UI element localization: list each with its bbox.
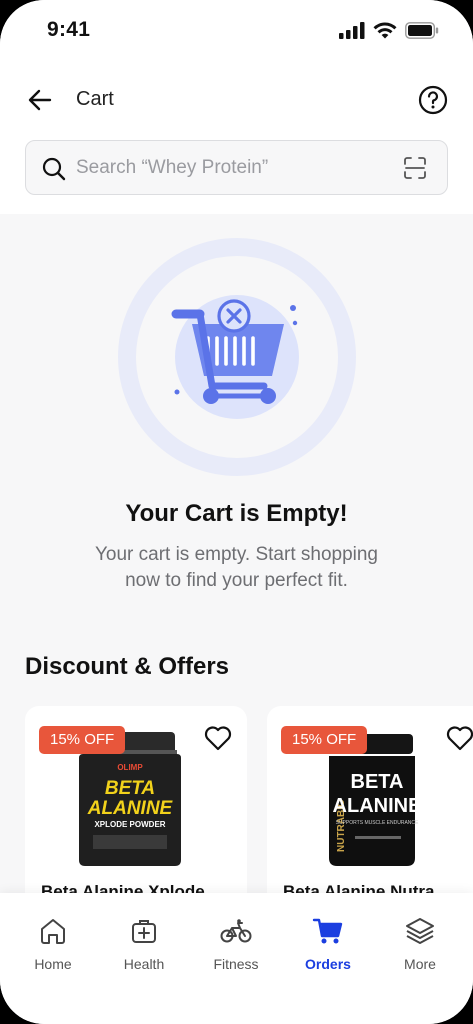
- page-title: Cart: [76, 88, 114, 110]
- back-button[interactable]: [24, 84, 56, 116]
- offers-section-title: Discount & Offers: [25, 653, 230, 680]
- product-label-line1: BETA: [105, 778, 155, 799]
- empty-cart-illustration: [118, 238, 356, 476]
- cart-icon: [312, 918, 343, 944]
- app-header: Cart: [0, 78, 473, 122]
- bicycle-icon: [220, 919, 252, 943]
- empty-cart-title: Your Cart is Empty!: [125, 500, 348, 527]
- search-icon: [42, 157, 66, 181]
- nav-label-home: Home: [34, 956, 72, 972]
- wifi-icon: [373, 22, 397, 39]
- nav-label-orders: Orders: [305, 956, 351, 972]
- empty-cart-subtitle-line1: Your cart is empty. Start shopping: [94, 544, 379, 565]
- heart-icon[interactable]: [203, 724, 233, 752]
- arrow-left-icon: [28, 89, 52, 111]
- battery-icon: [405, 22, 439, 39]
- nav-item-health[interactable]: Health: [104, 913, 184, 972]
- home-icon: [41, 919, 65, 944]
- nav-item-more[interactable]: More: [380, 913, 460, 972]
- empty-cart-subtitle: Your cart is empty. Start shopping now t…: [40, 542, 433, 594]
- top-section: 9:41 Cart Search “Whey Protein”: [0, 0, 473, 214]
- help-button[interactable]: [417, 84, 449, 116]
- product-label-line3: SUPPORTS MUSCLE ENDURANCE: [336, 820, 419, 826]
- empty-cart-subtitle-line2: now to find your perfect fit.: [125, 570, 348, 591]
- nav-item-orders[interactable]: Orders: [288, 913, 368, 972]
- product-brand-label: OLIMP: [117, 763, 143, 772]
- status-time: 9:41: [47, 18, 91, 41]
- nav-label-fitness: Fitness: [213, 956, 259, 972]
- product-label-line2: ALANINE: [87, 798, 174, 819]
- search-bar[interactable]: [25, 140, 448, 195]
- phone-screen: 9:41 Cart Search “Whey Protein” Your Car…: [0, 0, 473, 1024]
- discount-badge: 15% OFF: [39, 726, 126, 754]
- layers-icon: [406, 918, 434, 944]
- search-input[interactable]: [76, 151, 396, 185]
- nav-item-fitness[interactable]: Fitness: [196, 913, 276, 972]
- help-icon: [418, 85, 448, 115]
- medical-kit-icon: [132, 920, 156, 943]
- nav-item-home[interactable]: Home: [13, 913, 93, 972]
- product-label-line2: ALANINE: [333, 795, 422, 817]
- product-label-line3: XPLODE POWDER: [94, 820, 165, 829]
- status-bar: 9:41: [0, 0, 473, 62]
- scan-icon[interactable]: [403, 156, 427, 180]
- heart-icon[interactable]: [445, 724, 473, 752]
- nav-label-more: More: [404, 956, 436, 972]
- status-icons: [339, 22, 439, 39]
- bottom-navigation: Home Health Fitness Orders More: [0, 893, 473, 1024]
- product-label-line1: BETA: [351, 771, 404, 793]
- nav-label-health: Health: [123, 956, 165, 972]
- discount-badge: 15% OFF: [281, 726, 368, 754]
- signal-icon: [339, 22, 365, 39]
